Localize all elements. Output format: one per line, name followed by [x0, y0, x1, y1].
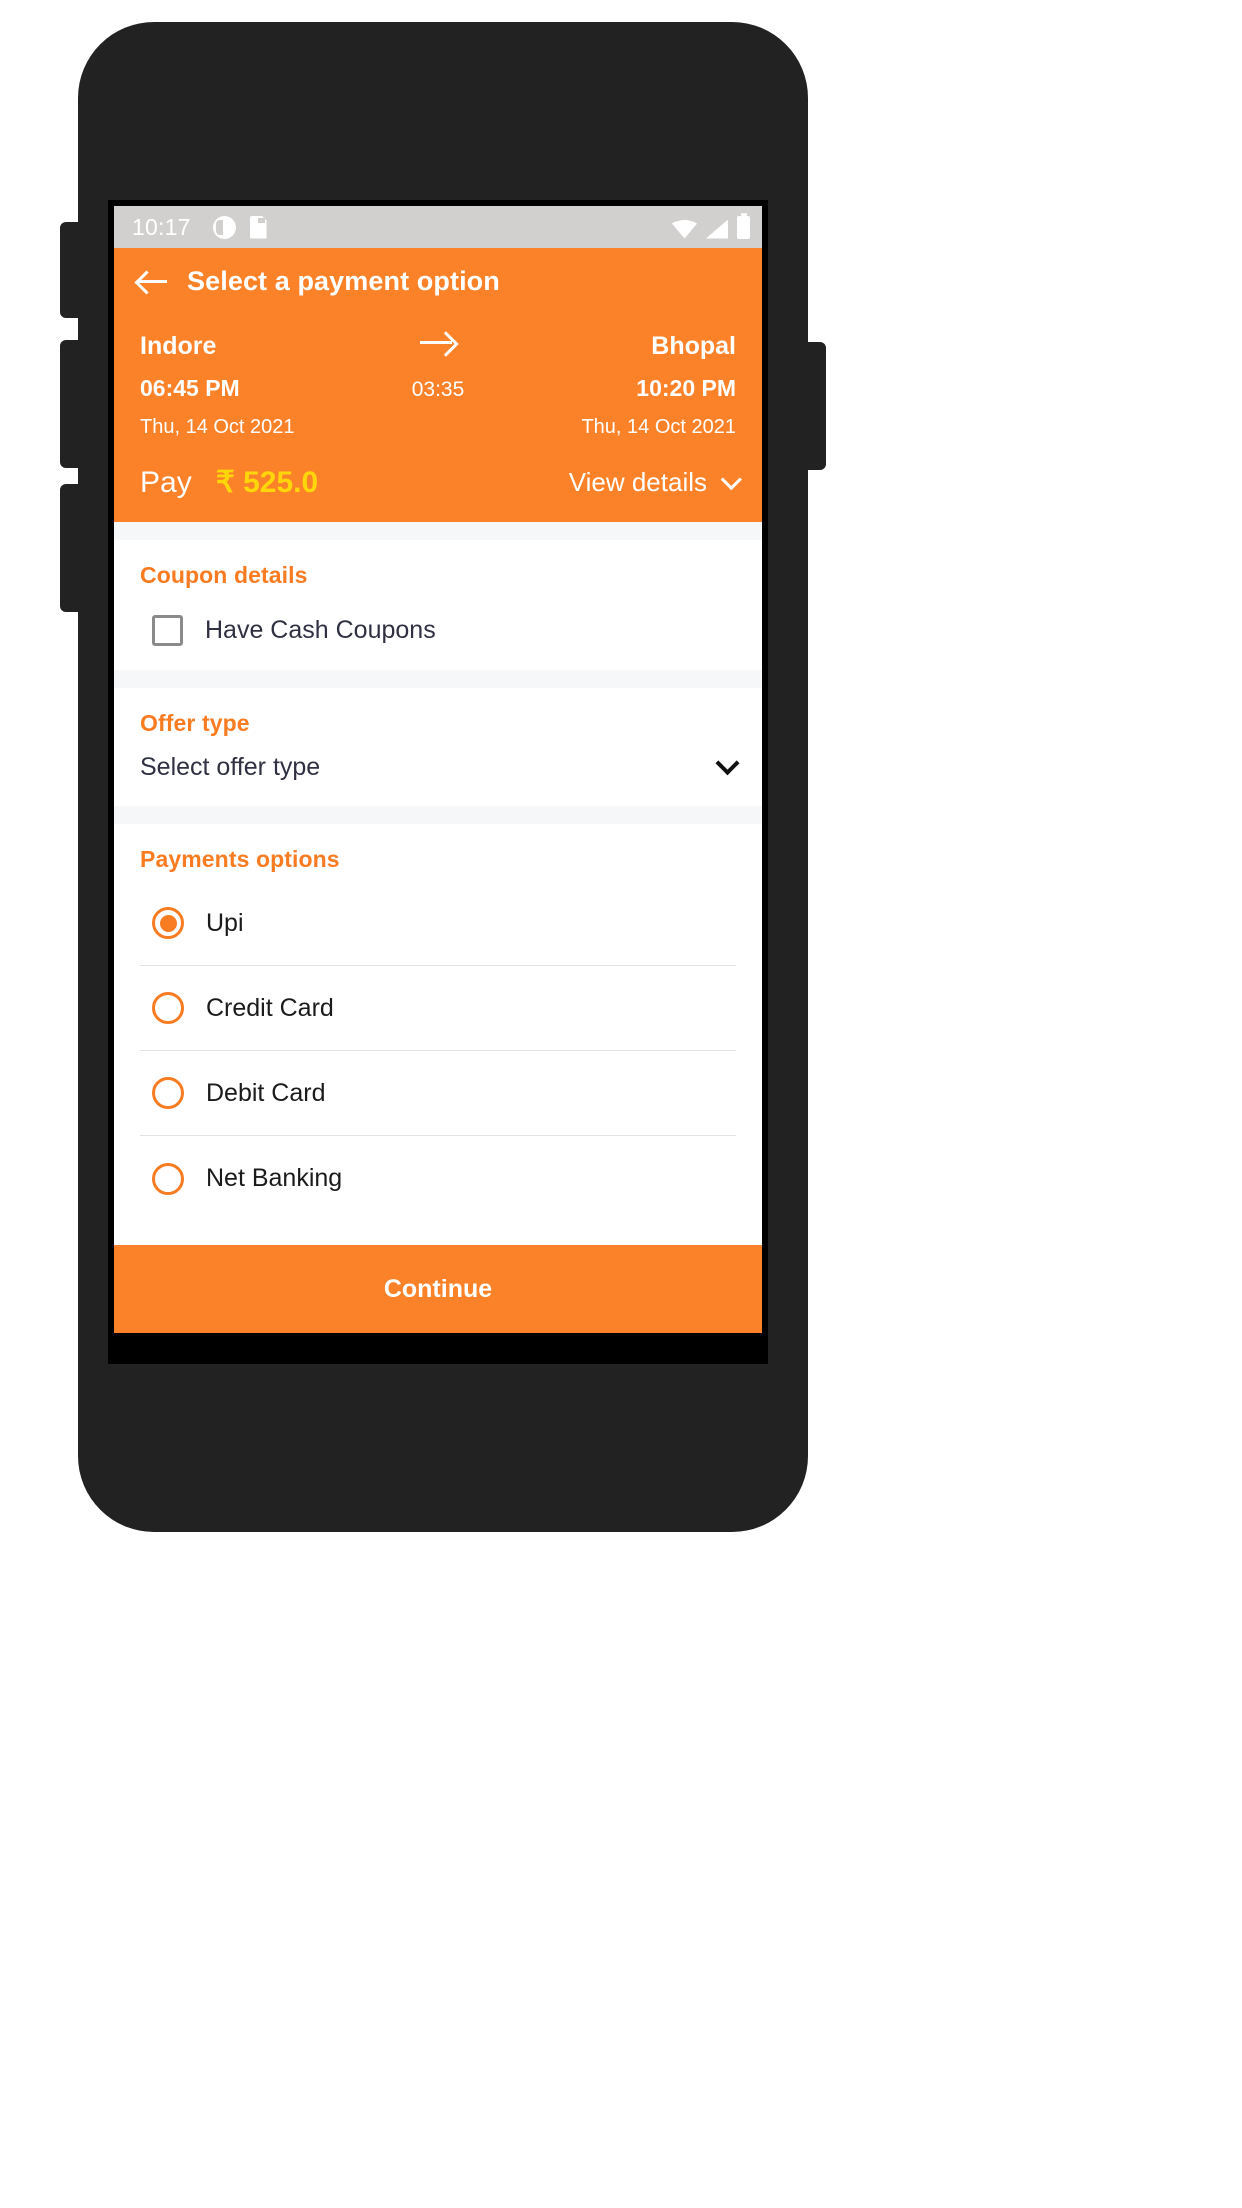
journey-arrow-cell [363, 330, 513, 359]
coupon-section: Coupon details Have Cash Coupons [114, 540, 762, 670]
back-arrow-icon[interactable] [138, 268, 170, 294]
have-cash-coupons-label: Have Cash Coupons [205, 616, 436, 644]
phone-button-power[interactable] [800, 342, 826, 470]
have-cash-coupons-checkbox[interactable] [152, 615, 183, 646]
status-left-icons [212, 215, 267, 239]
signal-icon [706, 219, 728, 239]
app-bar: Select a payment option [114, 248, 762, 314]
screen-content: 10:17 Select a payment option Indore Bho… [114, 206, 762, 1358]
journey-summary: Indore Bhopal 06:45 PM 03:35 10:20 PM Th… [114, 314, 762, 439]
chevron-down-icon [720, 469, 742, 491]
status-time: 10:17 [132, 213, 191, 240]
origin-city: Indore [140, 332, 217, 360]
journey-cities-row: Indore Bhopal [140, 330, 736, 361]
chevron-down-icon [715, 751, 740, 776]
sd-card-icon [249, 215, 267, 239]
payment-option-label: Upi [206, 908, 244, 937]
status-right-icons [672, 212, 750, 239]
view-details-label: View details [568, 467, 707, 497]
pay-label: Pay [140, 465, 192, 499]
wifi-icon [672, 219, 697, 239]
departure-date: Thu, 14 Oct 2021 [140, 416, 295, 438]
payment-option-row[interactable]: Upi [140, 881, 736, 966]
screenshot-canvas: 10:17 Select a payment option Indore Bho… [0, 0, 1242, 2208]
radio-dot-icon [159, 914, 177, 932]
status-bar: 10:17 [114, 206, 762, 248]
payment-option-label: Debit Card [206, 1078, 326, 1107]
offer-type-title: Offer type [140, 710, 250, 736]
phone-button-volume-down[interactable] [60, 484, 86, 612]
phone-screen: 10:17 Select a payment option Indore Bho… [108, 200, 768, 1364]
arrival-time: 10:20 PM [636, 375, 736, 401]
dnd-icon [212, 215, 236, 239]
pay-summary-row: Pay ₹ 525.0 View details [114, 439, 762, 508]
section-gap [114, 522, 762, 540]
coupon-section-title: Coupon details [140, 562, 308, 588]
payments-options-title: Payments options [140, 846, 340, 872]
phone-button-volume-up[interactable] [60, 340, 86, 468]
view-details-button[interactable]: View details [568, 467, 742, 498]
offer-type-select[interactable]: Select offer type [140, 751, 740, 782]
offer-type-value: Select offer type [140, 753, 321, 781]
journey-dates-row: Thu, 14 Oct 2021 Thu, 14 Oct 2021 [140, 416, 736, 439]
arrival-date: Thu, 14 Oct 2021 [581, 416, 736, 438]
section-gap [114, 670, 762, 688]
battery-icon [737, 212, 750, 239]
payment-option-radio[interactable] [152, 1162, 184, 1195]
destination-city: Bhopal [651, 332, 736, 360]
pay-amount: ₹ 525.0 [215, 466, 319, 499]
payment-option-radio[interactable] [152, 992, 184, 1024]
payments-options-section: Payments options Upi Credit Card Debit C… [114, 824, 762, 1245]
offer-type-section: Offer type Select offer type [114, 688, 762, 806]
page-title: Select a payment option [187, 265, 500, 296]
payment-options-list: Upi Credit Card Debit Card Net Banking [140, 881, 736, 1221]
phone-button-left-top[interactable] [60, 222, 86, 318]
departure-time: 06:45 PM [140, 375, 240, 401]
payment-option-label: Credit Card [206, 993, 334, 1022]
have-cash-coupons-row[interactable]: Have Cash Coupons [140, 615, 736, 646]
journey-times-row: 06:45 PM 03:35 10:20 PM [140, 375, 736, 402]
payment-option-row[interactable]: Credit Card [140, 966, 736, 1051]
payment-option-row[interactable]: Debit Card [140, 1051, 736, 1136]
continue-button[interactable]: Continue [114, 1245, 762, 1333]
section-gap [114, 806, 762, 824]
app-header: Select a payment option Indore Bhopal 06… [114, 248, 762, 522]
journey-duration: 03:35 [411, 378, 465, 401]
android-nav-bar [114, 1333, 762, 1358]
payment-option-label: Net Banking [206, 1164, 343, 1192]
payment-option-radio[interactable] [152, 907, 184, 939]
payment-option-radio[interactable] [152, 1077, 184, 1109]
arrow-right-icon [420, 330, 456, 354]
payment-option-row[interactable]: Net Banking [140, 1136, 736, 1221]
